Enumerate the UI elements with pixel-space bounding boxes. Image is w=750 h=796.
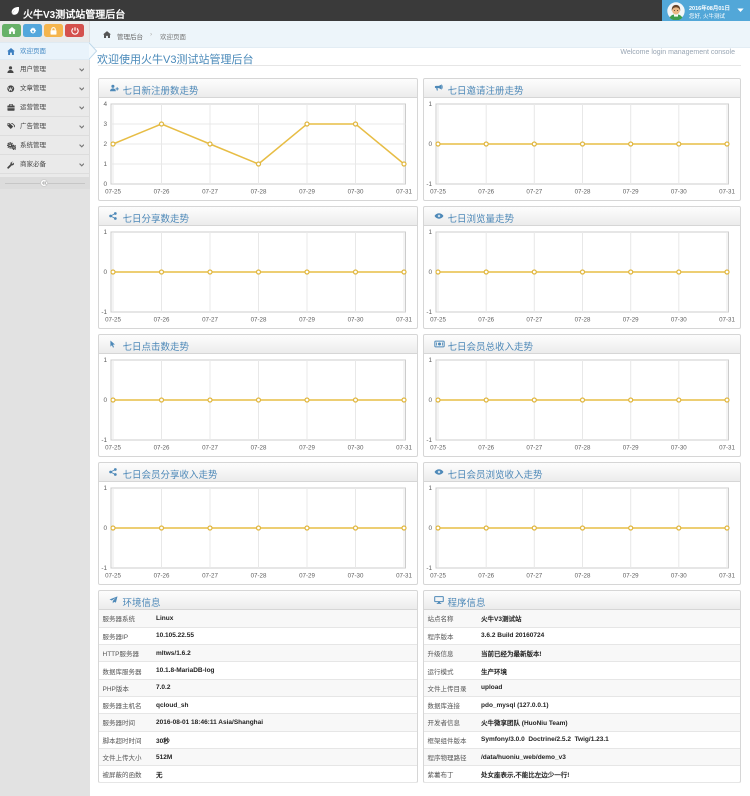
svg-text:07-25: 07-25 <box>105 573 121 580</box>
svg-text:07-26: 07-26 <box>154 573 170 580</box>
svg-text:07-31: 07-31 <box>719 445 735 452</box>
svg-text:07-28: 07-28 <box>575 189 591 196</box>
svg-text:4: 4 <box>103 101 107 108</box>
svg-text:07-30: 07-30 <box>348 445 364 452</box>
svg-text:0: 0 <box>428 269 432 276</box>
svg-text:-1: -1 <box>101 565 107 572</box>
svg-text:07-31: 07-31 <box>396 445 412 452</box>
svg-text:-1: -1 <box>426 437 432 444</box>
svg-text:1: 1 <box>103 229 107 236</box>
svg-text:07-31: 07-31 <box>719 573 735 580</box>
svg-text:07-28: 07-28 <box>251 445 267 452</box>
svg-text:1: 1 <box>103 485 107 492</box>
svg-text:07-26: 07-26 <box>478 317 494 324</box>
svg-text:1: 1 <box>428 101 432 108</box>
svg-text:07-29: 07-29 <box>299 317 315 324</box>
svg-text:0: 0 <box>103 525 107 532</box>
svg-text:07-30: 07-30 <box>348 573 364 580</box>
svg-text:-1: -1 <box>101 309 107 316</box>
svg-text:07-30: 07-30 <box>671 317 687 324</box>
svg-text:07-31: 07-31 <box>719 317 735 324</box>
svg-text:-1: -1 <box>101 437 107 444</box>
svg-text:07-26: 07-26 <box>154 189 170 196</box>
svg-text:07-25: 07-25 <box>105 445 121 452</box>
svg-text:07-28: 07-28 <box>251 573 267 580</box>
svg-text:07-25: 07-25 <box>430 573 446 580</box>
svg-text:1: 1 <box>428 229 432 236</box>
svg-text:07-31: 07-31 <box>396 189 412 196</box>
svg-text:07-27: 07-27 <box>202 189 218 196</box>
svg-text:-1: -1 <box>426 565 432 572</box>
svg-text:1: 1 <box>428 485 432 492</box>
svg-text:07-30: 07-30 <box>671 189 687 196</box>
svg-text:07-30: 07-30 <box>671 445 687 452</box>
svg-text:0: 0 <box>428 397 432 404</box>
svg-text:07-27: 07-27 <box>526 189 542 196</box>
svg-text:07-27: 07-27 <box>526 317 542 324</box>
svg-text:07-30: 07-30 <box>671 573 687 580</box>
svg-text:07-27: 07-27 <box>202 445 218 452</box>
svg-text:07-29: 07-29 <box>299 445 315 452</box>
svg-text:0: 0 <box>103 397 107 404</box>
svg-text:07-31: 07-31 <box>396 317 412 324</box>
svg-text:07-28: 07-28 <box>575 573 591 580</box>
svg-text:07-26: 07-26 <box>154 317 170 324</box>
svg-text:07-27: 07-27 <box>202 317 218 324</box>
svg-text:2: 2 <box>103 141 107 148</box>
svg-text:3: 3 <box>103 121 107 128</box>
svg-text:07-29: 07-29 <box>623 189 639 196</box>
svg-text:-1: -1 <box>426 309 432 316</box>
svg-text:07-25: 07-25 <box>105 317 121 324</box>
svg-text:07-26: 07-26 <box>154 445 170 452</box>
svg-text:07-26: 07-26 <box>478 573 494 580</box>
svg-text:07-30: 07-30 <box>348 189 364 196</box>
svg-text:07-25: 07-25 <box>105 189 121 196</box>
svg-text:07-29: 07-29 <box>623 317 639 324</box>
svg-text:07-28: 07-28 <box>251 189 267 196</box>
svg-text:07-29: 07-29 <box>623 573 639 580</box>
svg-text:0: 0 <box>103 269 107 276</box>
svg-text:07-31: 07-31 <box>719 189 735 196</box>
svg-text:0: 0 <box>428 525 432 532</box>
svg-text:07-29: 07-29 <box>623 445 639 452</box>
svg-text:07-29: 07-29 <box>299 189 315 196</box>
svg-text:0: 0 <box>428 141 432 148</box>
svg-text:07-26: 07-26 <box>478 445 494 452</box>
svg-text:07-26: 07-26 <box>478 189 494 196</box>
svg-text:1: 1 <box>103 357 107 364</box>
svg-text:07-30: 07-30 <box>348 317 364 324</box>
svg-text:07-27: 07-27 <box>526 573 542 580</box>
svg-text:-1: -1 <box>426 181 432 188</box>
svg-text:07-25: 07-25 <box>430 445 446 452</box>
svg-text:07-27: 07-27 <box>526 445 542 452</box>
svg-text:07-31: 07-31 <box>396 573 412 580</box>
svg-text:0: 0 <box>103 181 107 188</box>
svg-text:07-28: 07-28 <box>575 317 591 324</box>
svg-text:07-25: 07-25 <box>430 317 446 324</box>
svg-text:1: 1 <box>103 161 107 168</box>
svg-text:07-25: 07-25 <box>430 189 446 196</box>
svg-text:07-28: 07-28 <box>251 317 267 324</box>
svg-text:07-28: 07-28 <box>575 445 591 452</box>
svg-text:07-27: 07-27 <box>202 573 218 580</box>
svg-text:1: 1 <box>428 357 432 364</box>
svg-text:07-29: 07-29 <box>299 573 315 580</box>
